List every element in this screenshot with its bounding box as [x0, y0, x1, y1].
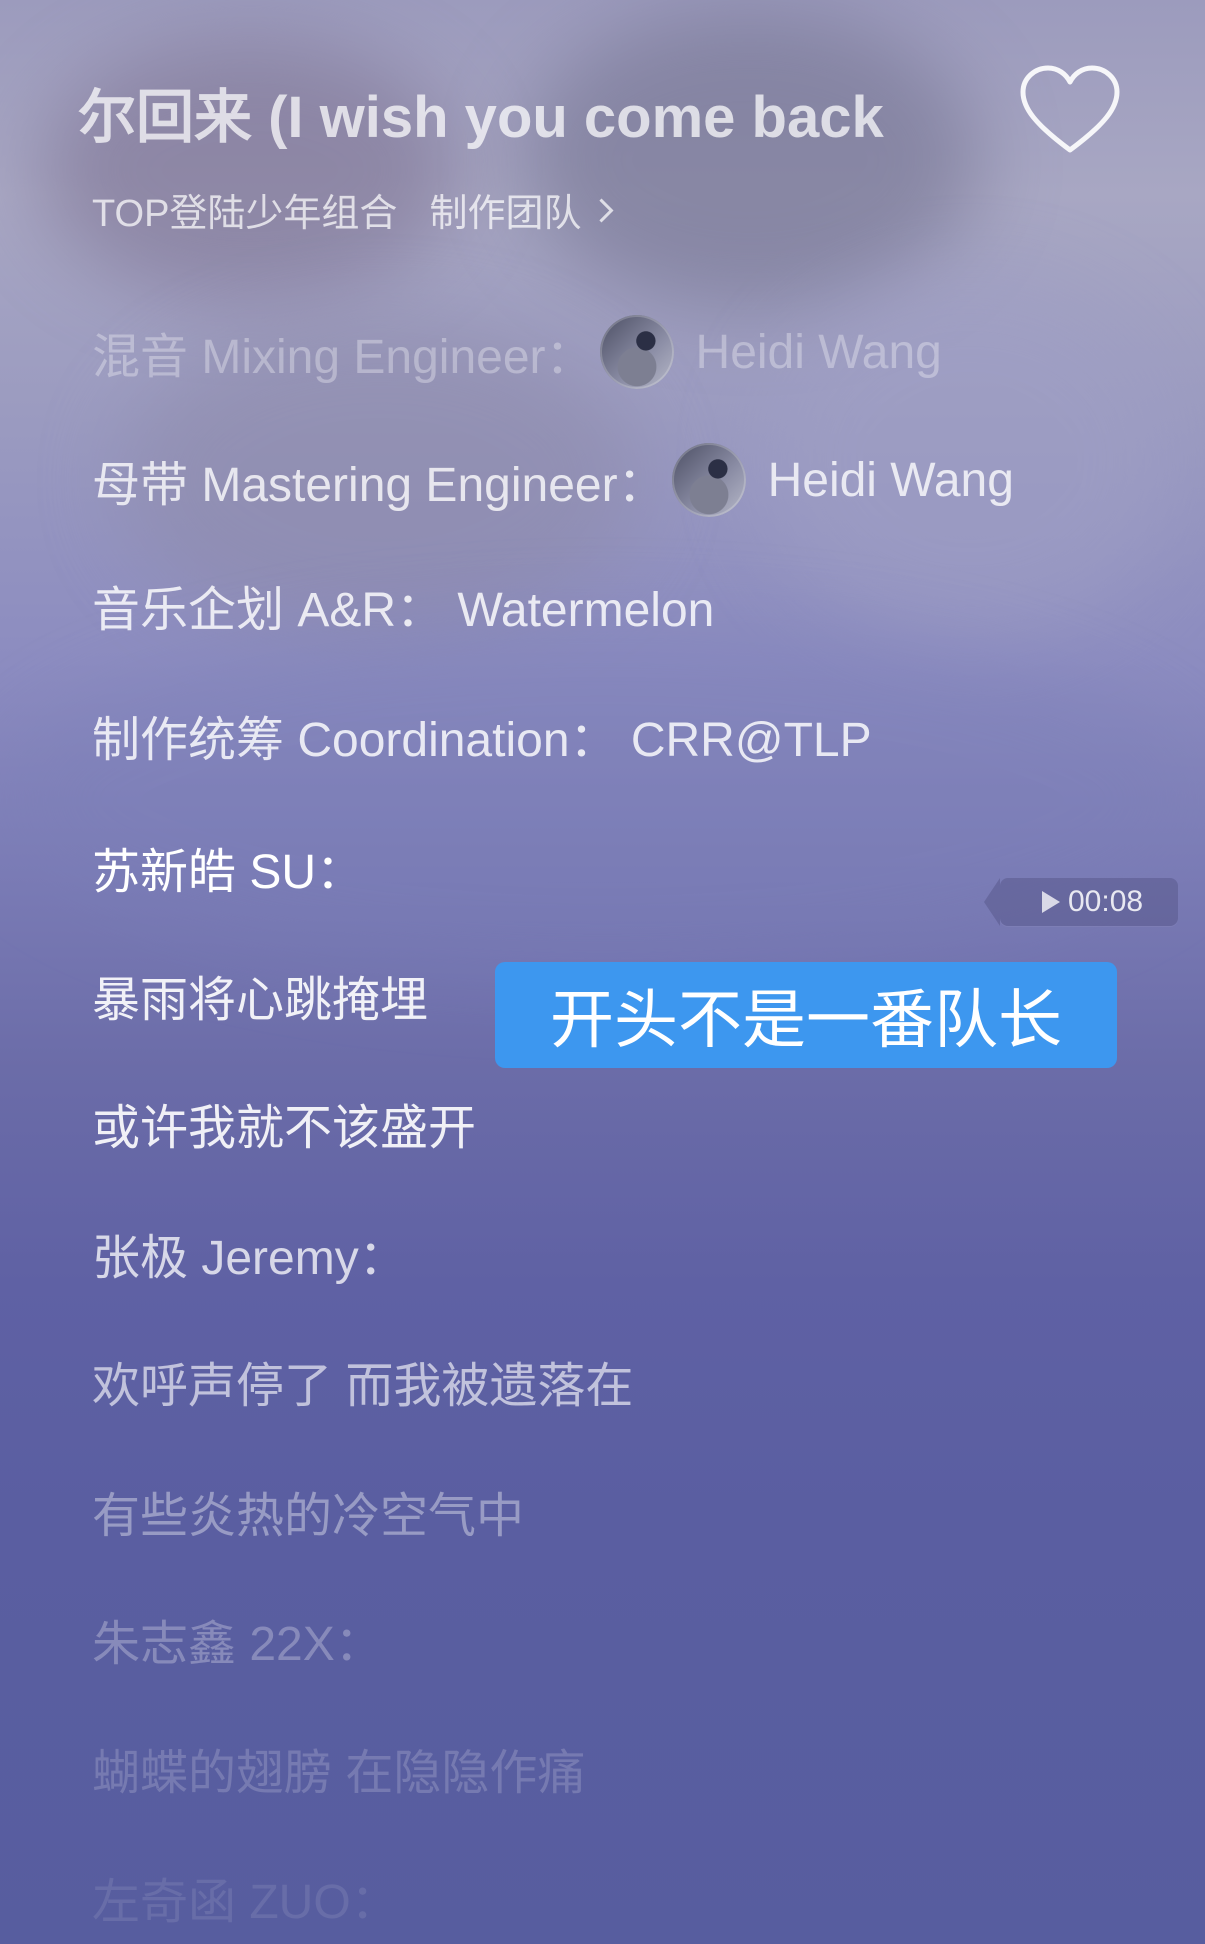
lyric-line[interactable]: 制作统筹 Coordination： CRR@TLP — [92, 700, 872, 770]
lyric-line[interactable]: 暴雨将心跳掩埋 — [92, 960, 428, 1030]
lyric-line-current[interactable]: 苏新皓 SU： — [92, 832, 364, 902]
heart-outline-icon[interactable] — [1015, 62, 1125, 162]
play-icon — [1042, 891, 1060, 913]
credit-label: 母带 Mastering Engineer： — [92, 459, 666, 512]
lyric-line[interactable]: 张极 Jeremy： — [92, 1218, 407, 1288]
lyric-line[interactable]: 蝴蝶的翅膀 在隐隐作痛 — [92, 1733, 585, 1803]
song-title: 尔回来 (I wish you come back — [78, 85, 884, 150]
playhead-time: 00:08 — [1068, 885, 1144, 918]
lyric-line[interactable]: 欢呼声停了 而我被遗落在 — [92, 1346, 633, 1416]
lyric-line[interactable]: 朱志鑫 22X： — [92, 1604, 383, 1674]
credit-label: 混音 Mixing Engineer： — [92, 331, 594, 384]
lyric-line[interactable]: 有些炎热的冷空气中 — [92, 1476, 524, 1546]
lyric-line[interactable]: 左奇函 ZUO： — [92, 1862, 399, 1932]
credit-name: Heidi Wang — [695, 325, 942, 379]
lyrics-page: 尔回来 (I wish you come back TOP登陆少年组合 制作团队… — [0, 0, 1205, 1944]
lyric-line[interactable]: 或许我就不该盛开 — [92, 1088, 476, 1158]
lyric-line[interactable]: 音乐企划 A&R： Watermelon — [92, 570, 714, 640]
avatar — [671, 443, 746, 517]
annotation-label: 开头不是一番队长 — [495, 962, 1117, 1068]
seek-to-line-button[interactable]: 00:08 — [984, 878, 1178, 926]
avatar — [599, 315, 674, 389]
lyric-line[interactable]: 混音 Mixing Engineer： Heidi Wang — [92, 315, 942, 389]
credit-name: Heidi Wang — [767, 453, 1014, 507]
credits-link[interactable]: 制作团队 — [429, 182, 581, 237]
lyric-line[interactable]: 母带 Mastering Engineer： Heidi Wang — [92, 443, 1014, 517]
song-meta: TOP登陆少年组合 制作团队 — [92, 182, 614, 237]
artist-link[interactable]: TOP登陆少年组合 — [92, 182, 397, 237]
chevron-right-icon — [589, 198, 614, 223]
